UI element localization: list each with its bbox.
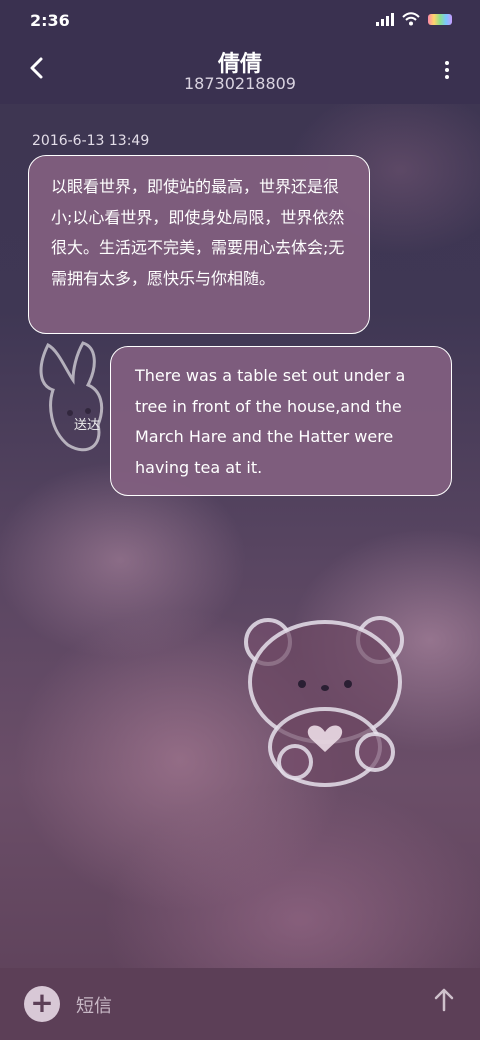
teddy-bear-doodle [244,616,404,787]
wifi-icon [402,12,420,26]
status-icons [376,12,452,26]
outgoing-message-bubble[interactable]: There was a table set out under a tree i… [110,346,452,496]
plus-icon: + [30,986,54,1019]
send-button[interactable] [434,988,454,1018]
conversation-header: 倩倩 18730218809 [0,40,480,104]
battery-icon [428,13,452,25]
delivery-status: 送达 [74,418,101,433]
message-timestamp: 2016-6-13 13:49 [32,133,150,149]
message-composer: + 短信 [0,968,480,1040]
more-vertical-icon [444,61,450,79]
add-attachment-button[interactable]: + [24,986,60,1022]
outgoing-message-text: There was a table set out under a tree i… [135,366,406,477]
signal-icon [376,12,394,26]
incoming-message-text: 以眼看世界，即使站的最高，世界还是很小;以心看世界，即使身处局限，世界依然很大。… [51,177,345,288]
status-time: 2:36 [30,11,70,30]
arrow-up-icon [434,988,454,1012]
status-bar: 2:36 [0,0,480,40]
sms-input[interactable]: 短信 [76,992,112,1018]
contact-number: 18730218809 [184,74,296,93]
more-options-button[interactable] [444,58,450,82]
incoming-message-bubble[interactable]: 以眼看世界，即使站的最高，世界还是很小;以心看世界，即使身处局限，世界依然很大。… [28,155,370,334]
